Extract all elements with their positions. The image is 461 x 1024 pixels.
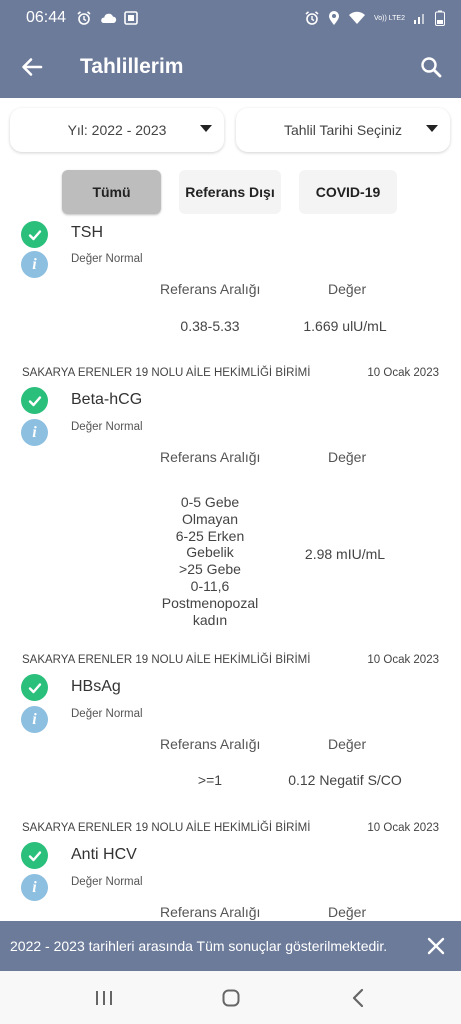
date-select[interactable]: Tahlil Tarihi Seçiniz: [236, 108, 450, 152]
home-icon: [222, 989, 239, 1006]
reference-line: Gebelik: [186, 544, 234, 561]
check-icon: [21, 387, 48, 414]
result-date: 10 Ocak 2023: [367, 822, 439, 834]
value-header: Değer: [328, 449, 367, 465]
reference-line: 0-11,6: [190, 577, 230, 594]
result-status: Değer Normal: [71, 253, 143, 265]
tab-all[interactable]: Tümü: [62, 170, 161, 214]
result-value: 1.669 ulU/mL: [303, 318, 387, 334]
value-header: Değer: [328, 736, 367, 752]
location-icon: [329, 11, 339, 25]
system-nav-bar: [0, 971, 461, 1024]
recents-button[interactable]: [74, 971, 134, 1024]
result-status: Değer Normal: [71, 708, 143, 720]
cloud-icon: [101, 13, 117, 23]
result-value: 0.12 Negatif S/CO: [288, 772, 402, 788]
alarm-icon: [305, 11, 319, 25]
reference-line: 6-25 Erken: [175, 527, 245, 544]
back-button[interactable]: [0, 36, 64, 98]
nav-back-icon: [352, 988, 363, 1007]
reference-range: >=1: [197, 772, 223, 788]
reference-line: Olmayan: [181, 510, 239, 527]
caret-down-icon: [200, 125, 212, 132]
filter-tabs: Tümü Referans Dışı COVID-19: [62, 170, 397, 214]
date-select-label: Tahlil Tarihi Seçiniz: [283, 122, 402, 138]
info-icon[interactable]: i: [21, 251, 48, 278]
result-date: 10 Ocak 2023: [367, 367, 439, 379]
alarm-icon: [77, 11, 91, 25]
year-select-label: Yıl: 2022 - 2023: [67, 122, 167, 138]
recents-icon: [95, 990, 112, 1005]
nav-back-button[interactable]: [328, 971, 388, 1024]
reference-header: Referans Aralığı: [160, 449, 261, 465]
value-header: Değer: [328, 281, 367, 297]
tab-out-of-reference[interactable]: Referans Dışı: [179, 170, 281, 214]
tab-covid[interactable]: COVID-19: [299, 170, 397, 214]
test-name: HBsAg: [71, 678, 121, 695]
test-name: TSH: [71, 224, 103, 241]
lab-name: SAKARYA ERENLER 19 NOLU AİLE HEKİMLİĞİ B…: [22, 654, 311, 666]
result-value: 2.98 mIU/mL: [304, 546, 386, 562]
reference-line: 0-5 Gebe: [180, 494, 240, 510]
signal-icon: [414, 14, 424, 24]
lab-name: SAKARYA ERENLER 19 NOLU AİLE HEKİMLİĞİ B…: [22, 367, 311, 379]
status-time: 06:44: [26, 9, 67, 26]
check-icon: [21, 221, 48, 248]
wifi-icon: [349, 11, 365, 24]
lte-label: Vo)) LTE2: [374, 14, 405, 22]
reference-header: Referans Aralığı: [160, 904, 261, 920]
reference-line: >25 Gebe: [179, 561, 241, 578]
reference-range: 0-5 Gebe Olmayan 6-25 Erken Gebelik >25 …: [140, 494, 280, 628]
info-icon[interactable]: i: [21, 874, 48, 901]
status-bar: 06:44 Vo)) LTE2: [0, 0, 461, 36]
info-icon[interactable]: i: [21, 419, 48, 446]
home-button[interactable]: [201, 971, 261, 1024]
reference-line: Postmenopozal: [161, 594, 259, 611]
lab-name: SAKARYA ERENLER 19 NOLU AİLE HEKİMLİĞİ B…: [22, 822, 311, 834]
check-icon: [21, 842, 48, 869]
page-title: Tahlillerim: [80, 55, 184, 78]
reference-header: Referans Aralığı: [160, 281, 261, 297]
check-icon: [21, 674, 48, 701]
result-status: Değer Normal: [71, 876, 143, 888]
snackbar-message: 2022 - 2023 tarihleri arasında Tüm sonuç…: [10, 938, 388, 954]
close-icon: [427, 937, 445, 955]
info-icon[interactable]: i: [21, 706, 48, 733]
filter-row: Yıl: 2022 - 2023 Tahlil Tarihi Seçiniz: [10, 108, 450, 152]
value-header: Değer: [328, 904, 367, 920]
info-snackbar: 2022 - 2023 tarihleri arasında Tüm sonuç…: [0, 921, 461, 971]
result-date: 10 Ocak 2023: [367, 654, 439, 666]
search-icon: [421, 57, 442, 78]
year-select[interactable]: Yıl: 2022 - 2023: [10, 108, 224, 152]
reference-range: 0.38-5.33: [180, 318, 240, 334]
result-status: Değer Normal: [71, 421, 143, 433]
back-arrow-icon: [22, 58, 43, 76]
snackbar-close-button[interactable]: [411, 921, 461, 971]
test-name: Beta-hCG: [71, 391, 143, 408]
app-bar: Tahlillerim: [0, 36, 461, 98]
caret-down-icon: [426, 125, 438, 132]
search-button[interactable]: [401, 36, 461, 98]
battery-icon: [435, 10, 445, 26]
reference-header: Referans Aralığı: [160, 736, 261, 752]
photo-icon: [124, 11, 138, 25]
reference-line: kadın: [192, 611, 228, 628]
test-name: Anti HCV: [71, 846, 137, 863]
results-list[interactable]: TSH i Değer Normal Referans Aralığı Değe…: [0, 218, 461, 920]
